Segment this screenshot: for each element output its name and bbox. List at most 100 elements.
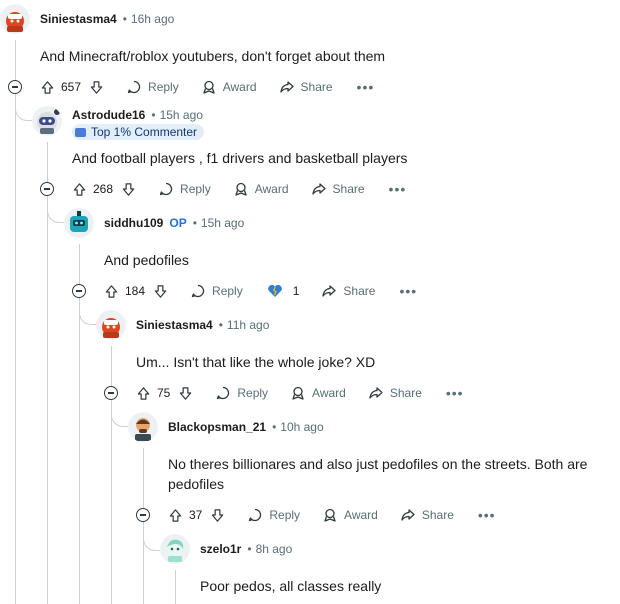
comment-actions: 657 Reply Award Share ••• (40, 76, 374, 98)
comment-actions: 75 Reply Award Share ••• (136, 382, 464, 404)
avatar[interactable] (128, 412, 158, 442)
vote-score: 184 (125, 284, 146, 298)
timestamp[interactable]: 15h ago (201, 216, 244, 230)
author-name[interactable]: siddhu109 (104, 216, 163, 230)
upvote-icon[interactable] (136, 386, 151, 401)
award-icon (203, 80, 215, 94)
collapse-icon[interactable] (40, 182, 54, 196)
author-name[interactable]: Blackopsman_21 (168, 420, 266, 434)
share-label: Share (332, 182, 365, 196)
award-heart-icon (267, 284, 282, 297)
upvote-icon[interactable] (40, 80, 55, 95)
timestamp[interactable]: 16h ago (131, 12, 174, 26)
timestamp[interactable]: 11h ago (227, 318, 270, 332)
share-icon (401, 509, 415, 521)
author-name[interactable]: Astrodude16 (72, 108, 145, 122)
collapse-icon[interactable] (104, 386, 118, 400)
reply-icon (191, 284, 205, 298)
avatar[interactable] (0, 4, 30, 34)
downvote-icon[interactable] (153, 284, 168, 299)
comment-meta: szelo1r • 8h ago (200, 541, 292, 557)
reply-button[interactable]: Reply (126, 79, 179, 95)
op-badge: OP (169, 216, 187, 230)
share-label: Share (389, 386, 422, 400)
award-icon (292, 386, 304, 400)
more-options-button[interactable]: ••• (389, 181, 407, 197)
award-count: 1 (292, 284, 300, 298)
thread-line[interactable] (15, 40, 16, 604)
share-button[interactable]: Share (279, 79, 333, 95)
reply-button[interactable]: Reply (190, 283, 243, 299)
author-name[interactable]: szelo1r (200, 542, 241, 556)
collapse-icon[interactable] (72, 284, 86, 298)
separator-dot: • (122, 12, 127, 26)
share-icon (279, 81, 294, 93)
user-flair: Top 1% Commenter (72, 124, 205, 140)
vote-score: 75 (157, 386, 171, 400)
comment-text: No theres billionares and also just pedo… (168, 456, 588, 492)
comment-meta: Siniestasma4 • 16h ago (40, 11, 174, 27)
reply-button[interactable]: Reply (215, 385, 268, 401)
share-icon (311, 183, 326, 195)
avatar[interactable] (64, 208, 94, 238)
more-options-button[interactable]: ••• (357, 79, 375, 95)
award-button[interactable]: Award (233, 181, 289, 197)
share-icon (322, 285, 337, 297)
comment-text: Poor pedos, all classes really (200, 578, 382, 594)
vote-score: 657 (61, 80, 82, 94)
share-button[interactable]: Share (400, 507, 454, 523)
comment-meta: Blackopsman_21 • 10h ago (168, 419, 324, 435)
thread-line[interactable] (111, 346, 112, 604)
share-button[interactable]: Share (368, 385, 422, 401)
reply-label: Reply (180, 182, 211, 196)
timestamp[interactable]: 8h ago (256, 542, 293, 556)
upvote-icon[interactable] (168, 508, 183, 523)
award-icon (235, 182, 247, 196)
collapse-icon[interactable] (8, 80, 22, 94)
reply-icon (159, 182, 173, 196)
award-count-badge[interactable]: 1 (267, 284, 300, 298)
reply-button[interactable]: Reply (247, 507, 300, 523)
award-button[interactable]: Award (290, 385, 346, 401)
thread-line[interactable] (175, 570, 176, 604)
reply-label: Reply (237, 386, 269, 400)
reply-label: Reply (148, 80, 179, 94)
share-button[interactable]: Share (311, 181, 365, 197)
downvote-icon[interactable] (121, 182, 136, 197)
more-options-button[interactable]: ••• (399, 283, 417, 299)
more-options-button[interactable]: ••• (446, 385, 464, 401)
separator-dot: • (247, 542, 252, 556)
author-name[interactable]: Siniestasma4 (40, 12, 117, 26)
comment-actions: 37 Reply Award Share ••• (168, 504, 496, 526)
flair-label: Top 1% Commenter (91, 125, 198, 139)
avatar[interactable] (160, 534, 190, 564)
reply-icon (217, 386, 230, 400)
award-button[interactable]: Award (201, 79, 257, 95)
more-options-button[interactable]: ••• (478, 507, 496, 523)
timestamp[interactable]: 10h ago (280, 420, 323, 434)
share-button[interactable]: Share (321, 283, 375, 299)
downvote-icon[interactable] (210, 508, 225, 523)
upvote-icon[interactable] (104, 284, 119, 299)
avatar[interactable] (32, 106, 62, 136)
avatar[interactable] (96, 310, 126, 340)
award-label: Award (312, 386, 346, 400)
timestamp[interactable]: 15h ago (160, 108, 203, 122)
downvote-icon[interactable] (89, 80, 104, 95)
award-button[interactable]: Award (322, 507, 378, 523)
author-name[interactable]: Siniestasma4 (136, 318, 213, 332)
vote-score: 37 (189, 508, 203, 522)
separator-dot: • (218, 318, 223, 332)
comment-meta: Siniestasma4 • 11h ago (136, 317, 269, 333)
collapse-icon[interactable] (136, 508, 150, 522)
comment-text: And football players , f1 drivers and ba… (72, 150, 408, 166)
flair-icon (75, 128, 86, 137)
reply-button[interactable]: Reply (158, 181, 211, 197)
upvote-icon[interactable] (72, 182, 87, 197)
comment-text: Um... Isn't that like the whole joke? XD (136, 354, 376, 370)
share-label: Share (300, 80, 333, 94)
comment-meta: Astrodude16 • 15h ago (72, 107, 203, 123)
comment-meta: siddhu109 OP • 15h ago (104, 215, 244, 231)
share-label: Share (421, 508, 454, 522)
downvote-icon[interactable] (178, 386, 193, 401)
